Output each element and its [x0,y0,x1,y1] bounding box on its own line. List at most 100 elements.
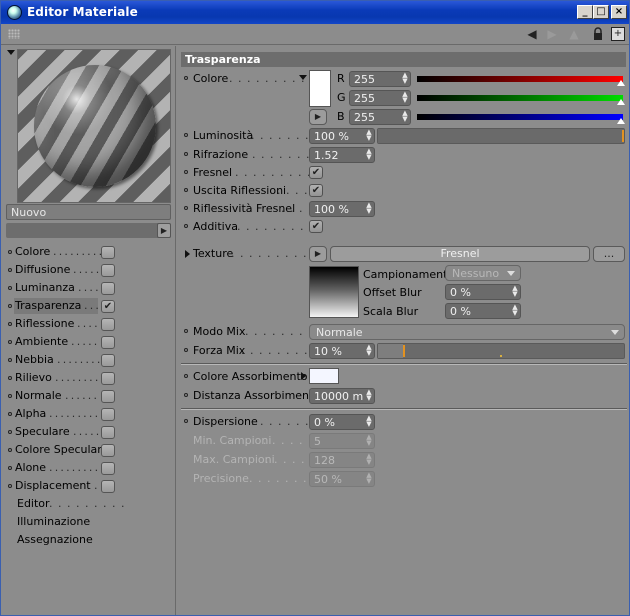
green-spinner-icon[interactable]: ▲ ▼ [402,91,408,104]
channel-enable-checkbox[interactable] [101,282,115,295]
mix-strength-slider-handle[interactable] [403,345,405,357]
color-menu-arrow-icon[interactable] [299,75,307,80]
channel-enable-checkbox[interactable] [101,246,115,259]
channel-enable-checkbox[interactable] [101,480,115,493]
channel-enable-checkbox[interactable] [101,408,115,421]
fresnel-reflectivity-bullet-icon[interactable] [184,206,188,210]
absorption-color-bullet-icon[interactable] [184,374,188,378]
dispersion-field[interactable]: 0 % ▲ ▼ [309,414,375,430]
channel-enable-checkbox[interactable] [101,444,115,457]
channel-enable-checkbox[interactable] [101,354,115,367]
refraction-field[interactable]: 1.52 ▲ ▼ [309,147,375,163]
mix-strength-field[interactable]: 10 % ▲ ▼ [309,343,375,359]
luminosity-spinner-icon[interactable]: ▲ ▼ [366,129,372,142]
fresnel-bullet-icon[interactable] [184,170,188,174]
channel-enable-checkbox[interactable]: ✔ [101,300,115,313]
editor-section-item[interactable]: Assegnazione [3,531,175,549]
mix-mode-dropdown[interactable]: Normale [309,324,625,340]
preview-scroll-slider[interactable]: ▶ [6,223,171,238]
channel-item[interactable]: Colore......... [3,243,175,261]
channel-item[interactable]: Riflessione.... [3,315,175,333]
material-name-field[interactable]: Nuovo [6,204,171,220]
min-samples-field[interactable]: 5 ▲ ▼ [309,433,375,449]
channel-item[interactable]: Diffusione..... [3,261,175,279]
channel-enable-checkbox[interactable] [101,462,115,475]
mix-strength-spinner-icon[interactable]: ▲ ▼ [366,344,372,357]
offset-blur-field[interactable]: 0 % ▲ ▼ [445,284,521,300]
absorption-color-swatch[interactable] [309,368,339,384]
preview-menu-arrow-icon[interactable] [7,50,15,55]
forward-arrow-icon[interactable]: ▶ [545,27,559,41]
blue-spinner-icon[interactable]: ▲ ▼ [402,110,408,123]
color-expand-button[interactable]: ▶ [309,109,327,125]
absorption-distance-field[interactable]: 10000 m ▲ ▼ [309,388,375,404]
green-marker-icon[interactable] [617,99,625,105]
channel-item[interactable]: Ambiente..... [3,333,175,351]
absorption-distance-bullet-icon[interactable] [184,393,188,397]
channel-enable-checkbox[interactable] [101,426,115,439]
sampling-dropdown[interactable]: Nessuno [445,265,521,281]
absorption-distance-spinner-icon[interactable]: ▲ ▼ [366,389,372,402]
max-samples-field[interactable]: 128 ▲ ▼ [309,452,375,468]
channel-item[interactable]: Nebbia........ [3,351,175,369]
green-value-field[interactable]: 255 ▲ ▼ [349,90,411,106]
title-bar[interactable]: Editor Materiale _ □ × [1,1,629,24]
mix-strength-slider[interactable] [377,343,625,359]
channel-item[interactable]: Displacement. [3,477,175,495]
refraction-bullet-icon[interactable] [184,152,188,156]
channel-item[interactable]: Trasparenza... ✔ [3,297,175,315]
dispersion-bullet-icon[interactable] [184,419,188,423]
maximize-button[interactable]: □ [593,5,609,19]
channel-enable-checkbox[interactable] [101,372,115,385]
scroll-right-arrow-icon[interactable]: ▶ [157,223,171,238]
channel-item[interactable]: Alone.......... [3,459,175,477]
red-marker-icon[interactable] [617,80,625,86]
channel-item[interactable]: Speculare..... [3,423,175,441]
channel-enable-checkbox[interactable] [101,390,115,403]
luminosity-slider[interactable] [377,128,625,144]
fresnel-reflectivity-field[interactable]: 100 % ▲ ▼ [309,201,375,217]
absorption-color-expand-arrow-icon[interactable] [301,372,306,380]
green-gradient-bar[interactable] [417,95,623,101]
blue-value-field[interactable]: 255 ▲ ▼ [349,109,411,125]
texture-preview[interactable] [309,266,359,318]
channel-item[interactable]: Normale...... [3,387,175,405]
precision-field[interactable]: 50 % ▲ ▼ [309,471,375,487]
color-swatch[interactable] [309,70,331,107]
red-value-field[interactable]: 255 ▲ ▼ [349,71,411,87]
up-arrow-icon[interactable]: ▲ [567,27,581,41]
exit-reflections-bullet-icon[interactable] [184,188,188,192]
minimize-button[interactable]: _ [577,5,593,19]
blue-gradient-bar[interactable] [417,114,623,120]
dispersion-spinner-icon[interactable]: ▲ ▼ [366,415,372,428]
texture-more-button[interactable]: ... [593,246,625,262]
fresnel-checkbox[interactable]: ✔ [309,166,323,179]
red-gradient-bar[interactable] [417,76,623,82]
lock-icon[interactable] [591,27,605,41]
luminosity-field[interactable]: 100 % ▲ ▼ [309,128,375,144]
new-panel-icon[interactable]: + [611,27,625,41]
texture-menu-button[interactable]: ▶ [309,246,327,262]
channel-item[interactable]: Alpha.......... [3,405,175,423]
refraction-spinner-icon[interactable]: ▲ ▼ [366,148,372,161]
exit-reflections-checkbox[interactable]: ✔ [309,184,323,197]
channel-enable-checkbox[interactable] [101,264,115,277]
blue-marker-icon[interactable] [617,118,625,124]
color-bullet-icon[interactable] [184,76,188,80]
mix-strength-bullet-icon[interactable] [184,348,188,352]
scale-blur-spinner-icon[interactable]: ▲ ▼ [512,304,518,317]
precision-spinner-icon[interactable]: ▲ ▼ [366,472,372,485]
scale-blur-field[interactable]: 0 % ▲ ▼ [445,303,521,319]
channel-item[interactable]: Luminanza.... [3,279,175,297]
offset-blur-spinner-icon[interactable]: ▲ ▼ [512,285,518,298]
drag-grip-icon[interactable] [8,29,20,39]
channel-item[interactable]: Colore Speculare [3,441,175,459]
channel-item[interactable]: Rilievo........ [3,369,175,387]
material-preview[interactable] [17,49,171,203]
editor-section-item[interactable]: Editor. . . . . . . . . [3,495,175,513]
texture-expand-arrow-icon[interactable] [185,250,190,258]
additive-bullet-icon[interactable] [184,224,188,228]
texture-shader-button[interactable]: Fresnel [330,246,590,262]
fresnel-reflectivity-spinner-icon[interactable]: ▲ ▼ [366,202,372,215]
min-samples-spinner-icon[interactable]: ▲ ▼ [366,434,372,447]
